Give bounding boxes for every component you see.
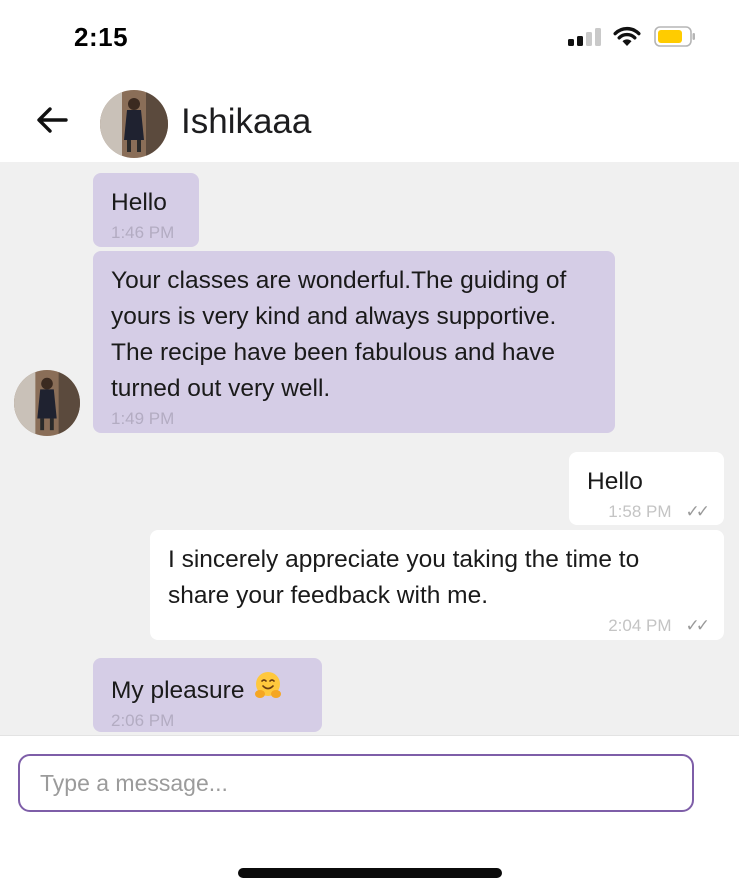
wifi-icon	[613, 26, 641, 46]
avatar[interactable]	[14, 370, 80, 436]
message-text: My pleasure	[111, 677, 245, 704]
message-bubble[interactable]: Hello 1:46 PM	[93, 173, 199, 247]
arrow-left-icon[interactable]	[32, 100, 72, 140]
status-bar: 2:15	[0, 0, 739, 70]
avatar[interactable]	[100, 90, 168, 158]
message-text: I sincerely appreciate you taking the ti…	[168, 546, 640, 609]
message-text-row: My pleasure	[111, 670, 304, 709]
message-meta: 1:58 PM ✓✓	[587, 502, 710, 522]
home-indicator[interactable]	[238, 868, 502, 878]
message-input[interactable]	[18, 754, 694, 812]
double-check-icon: ✓✓	[685, 616, 710, 635]
cellular-signal-icon	[568, 28, 602, 46]
message-time: 2:06 PM	[111, 711, 175, 730]
double-check-icon: ✓✓	[685, 502, 710, 521]
message-composer	[0, 735, 739, 891]
message-bubble[interactable]: Your classes are wonderful.The guiding o…	[93, 251, 615, 433]
hugging-face-icon	[255, 672, 282, 698]
message-text: Hello	[587, 468, 643, 495]
message-bubble[interactable]: I sincerely appreciate you taking the ti…	[150, 530, 724, 640]
message-time: 1:49 PM	[111, 409, 175, 428]
chat-header: Ishikaaa	[0, 76, 739, 162]
message-time: 1:58 PM	[608, 502, 672, 521]
message-bubble[interactable]: Hello 1:58 PM ✓✓	[569, 452, 724, 525]
contact-name[interactable]: Ishikaaa	[181, 102, 311, 142]
status-time: 2:15	[74, 22, 129, 52]
message-time: 2:04 PM	[608, 616, 672, 635]
battery-icon	[654, 26, 695, 47]
message-meta: 2:04 PM ✓✓	[168, 616, 710, 636]
message-time: 1:46 PM	[111, 223, 175, 242]
message-list[interactable]: Hello 1:46 PM Your classes are wonderful…	[0, 162, 739, 735]
message-bubble[interactable]: My pleasure 2:06 PM	[93, 658, 322, 732]
message-text: Hello	[111, 189, 167, 216]
message-text: Your classes are wonderful.The guiding o…	[111, 267, 567, 402]
